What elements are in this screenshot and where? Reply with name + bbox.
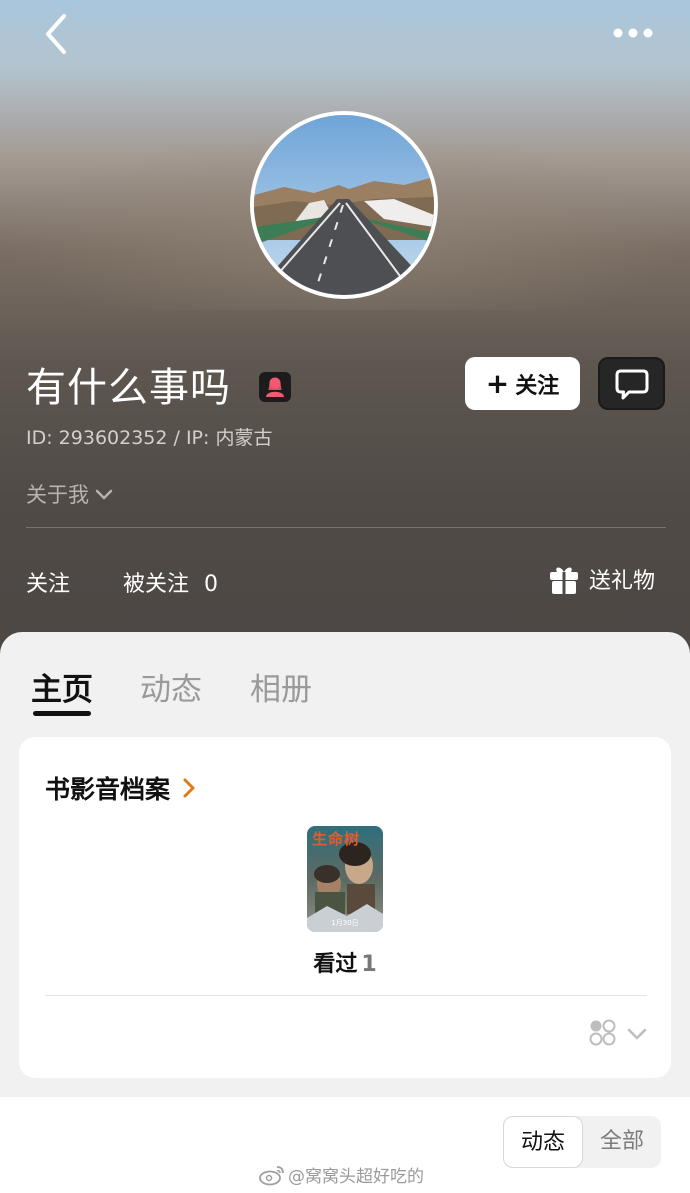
poster-title-text: 生命树	[312, 830, 361, 848]
about-me-label: 关于我	[26, 483, 89, 507]
profile-header-background	[0, 0, 690, 660]
view-mode-toggle[interactable]	[588, 1018, 648, 1050]
send-gift-label: 送礼物	[589, 569, 656, 594]
tab-moments[interactable]: 动态	[140, 664, 202, 709]
chevron-down-icon	[627, 1028, 647, 1040]
following-label: 关注	[26, 572, 71, 597]
following-stat[interactable]: 关注	[26, 566, 70, 598]
username: 有什么事吗	[26, 365, 231, 411]
archive-title: 书影音档案	[45, 775, 171, 804]
poster-date-text: 1月30日	[331, 919, 359, 927]
grid-icon	[589, 1019, 616, 1046]
follow-button[interactable]: + 关注	[465, 357, 580, 410]
female-user-icon	[266, 377, 284, 397]
divider	[26, 527, 666, 528]
chevron-down-icon	[95, 489, 113, 500]
followers-stat[interactable]: 被关注 0	[123, 566, 218, 598]
segment-all[interactable]: 全部	[583, 1116, 661, 1168]
send-gift-button[interactable]: 送礼物	[548, 563, 655, 595]
follow-button-label: 关注	[515, 373, 560, 399]
avatar[interactable]	[250, 111, 438, 299]
avatar-image	[254, 115, 434, 295]
seen-count-row[interactable]: 看过 1	[0, 946, 690, 978]
watermark-text: @窝窝头超好吃的	[288, 1167, 424, 1187]
followers-label: 被关注	[123, 572, 190, 597]
back-button[interactable]	[40, 12, 76, 56]
chevron-left-icon	[46, 14, 66, 54]
archive-title-link[interactable]: 书影音档案	[45, 770, 198, 806]
gift-icon	[550, 567, 578, 594]
card-divider	[45, 995, 647, 996]
watermark: @窝窝头超好吃的	[258, 1162, 424, 1187]
followers-count: 0	[204, 572, 219, 597]
more-dots-icon	[613, 28, 653, 38]
message-button[interactable]	[598, 357, 665, 410]
segment-moments[interactable]: 动态	[503, 1116, 583, 1168]
weibo-logo-icon	[259, 1165, 284, 1185]
gender-badge	[259, 372, 291, 402]
tab-album[interactable]: 相册	[250, 664, 312, 709]
seen-label: 看过	[313, 952, 358, 977]
active-tab-indicator	[33, 711, 91, 716]
chat-bubble-icon	[615, 369, 648, 399]
seen-count: 1	[361, 952, 377, 977]
plus-icon: +	[485, 366, 510, 400]
about-me-toggle[interactable]: 关于我	[26, 479, 115, 509]
more-button[interactable]	[610, 20, 658, 46]
tab-home[interactable]: 主页	[31, 664, 93, 709]
user-id-ip: ID: 293602352 / IP: 内蒙古	[26, 427, 273, 449]
movie-poster[interactable]: 生命树 1月30日	[307, 826, 383, 932]
chevron-right-icon	[183, 778, 195, 798]
